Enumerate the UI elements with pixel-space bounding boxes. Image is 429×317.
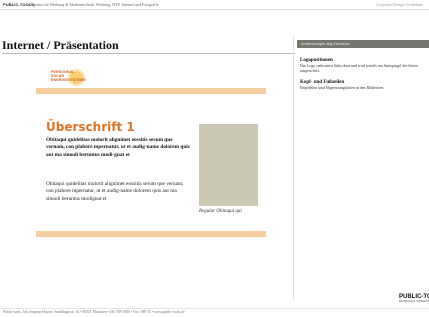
note-text: Empfehlen sind Abgrenzungslinien in den … xyxy=(300,86,385,90)
page-title: Internet / Präsentation xyxy=(2,38,119,52)
top-header-bar: PUBLIC-TOOLS · Agentur für Werbung & Mar… xyxy=(0,0,429,10)
sidebar-note: Logopositionen Das Logo steht meist link… xyxy=(300,58,429,74)
mockup-logo: PERSONNAL SOLAR ENERGIESYSTEME xyxy=(51,70,87,88)
agency-tagline: · Agentur für Werbung & Markentechnik: W… xyxy=(28,2,159,7)
footer-rule xyxy=(0,308,429,309)
note-text: Das Logo steht meist links oben und wird… xyxy=(300,64,418,74)
mockup-logo-text: PERSONNAL SOLAR ENERGIESYSTEME xyxy=(51,70,86,82)
column-divider xyxy=(293,36,294,301)
sidebar-note: Kopf- und Fußzeilen Empfehlen sind Abgre… xyxy=(300,80,429,91)
mockup-headline: Überschrift 1 xyxy=(46,120,135,134)
mockup-header-band xyxy=(36,88,266,94)
mockup-body-text: Obitaqui quidelitas molorit alignimet eo… xyxy=(46,181,184,202)
mockup-footer-band xyxy=(36,231,266,237)
footer-address: Public-tools, Inh. Stephan Hauser, Sendl… xyxy=(3,310,185,314)
sidebar-header: Anwendungen allg./Hinweise xyxy=(297,40,429,48)
image-caption: Regular Obitaqui qui xyxy=(199,209,242,214)
title-rule xyxy=(2,53,295,54)
mockup-lead-text: Obitaqui quidelitas molorit alignimet eo… xyxy=(46,137,190,158)
guideline-label: Corporate-Design-Guidelines xyxy=(375,2,423,7)
corner-brand-logo: PUBLIC-TO WERBUNG & KOMMUNIK xyxy=(399,294,429,303)
mockup-image-placeholder xyxy=(199,124,258,206)
